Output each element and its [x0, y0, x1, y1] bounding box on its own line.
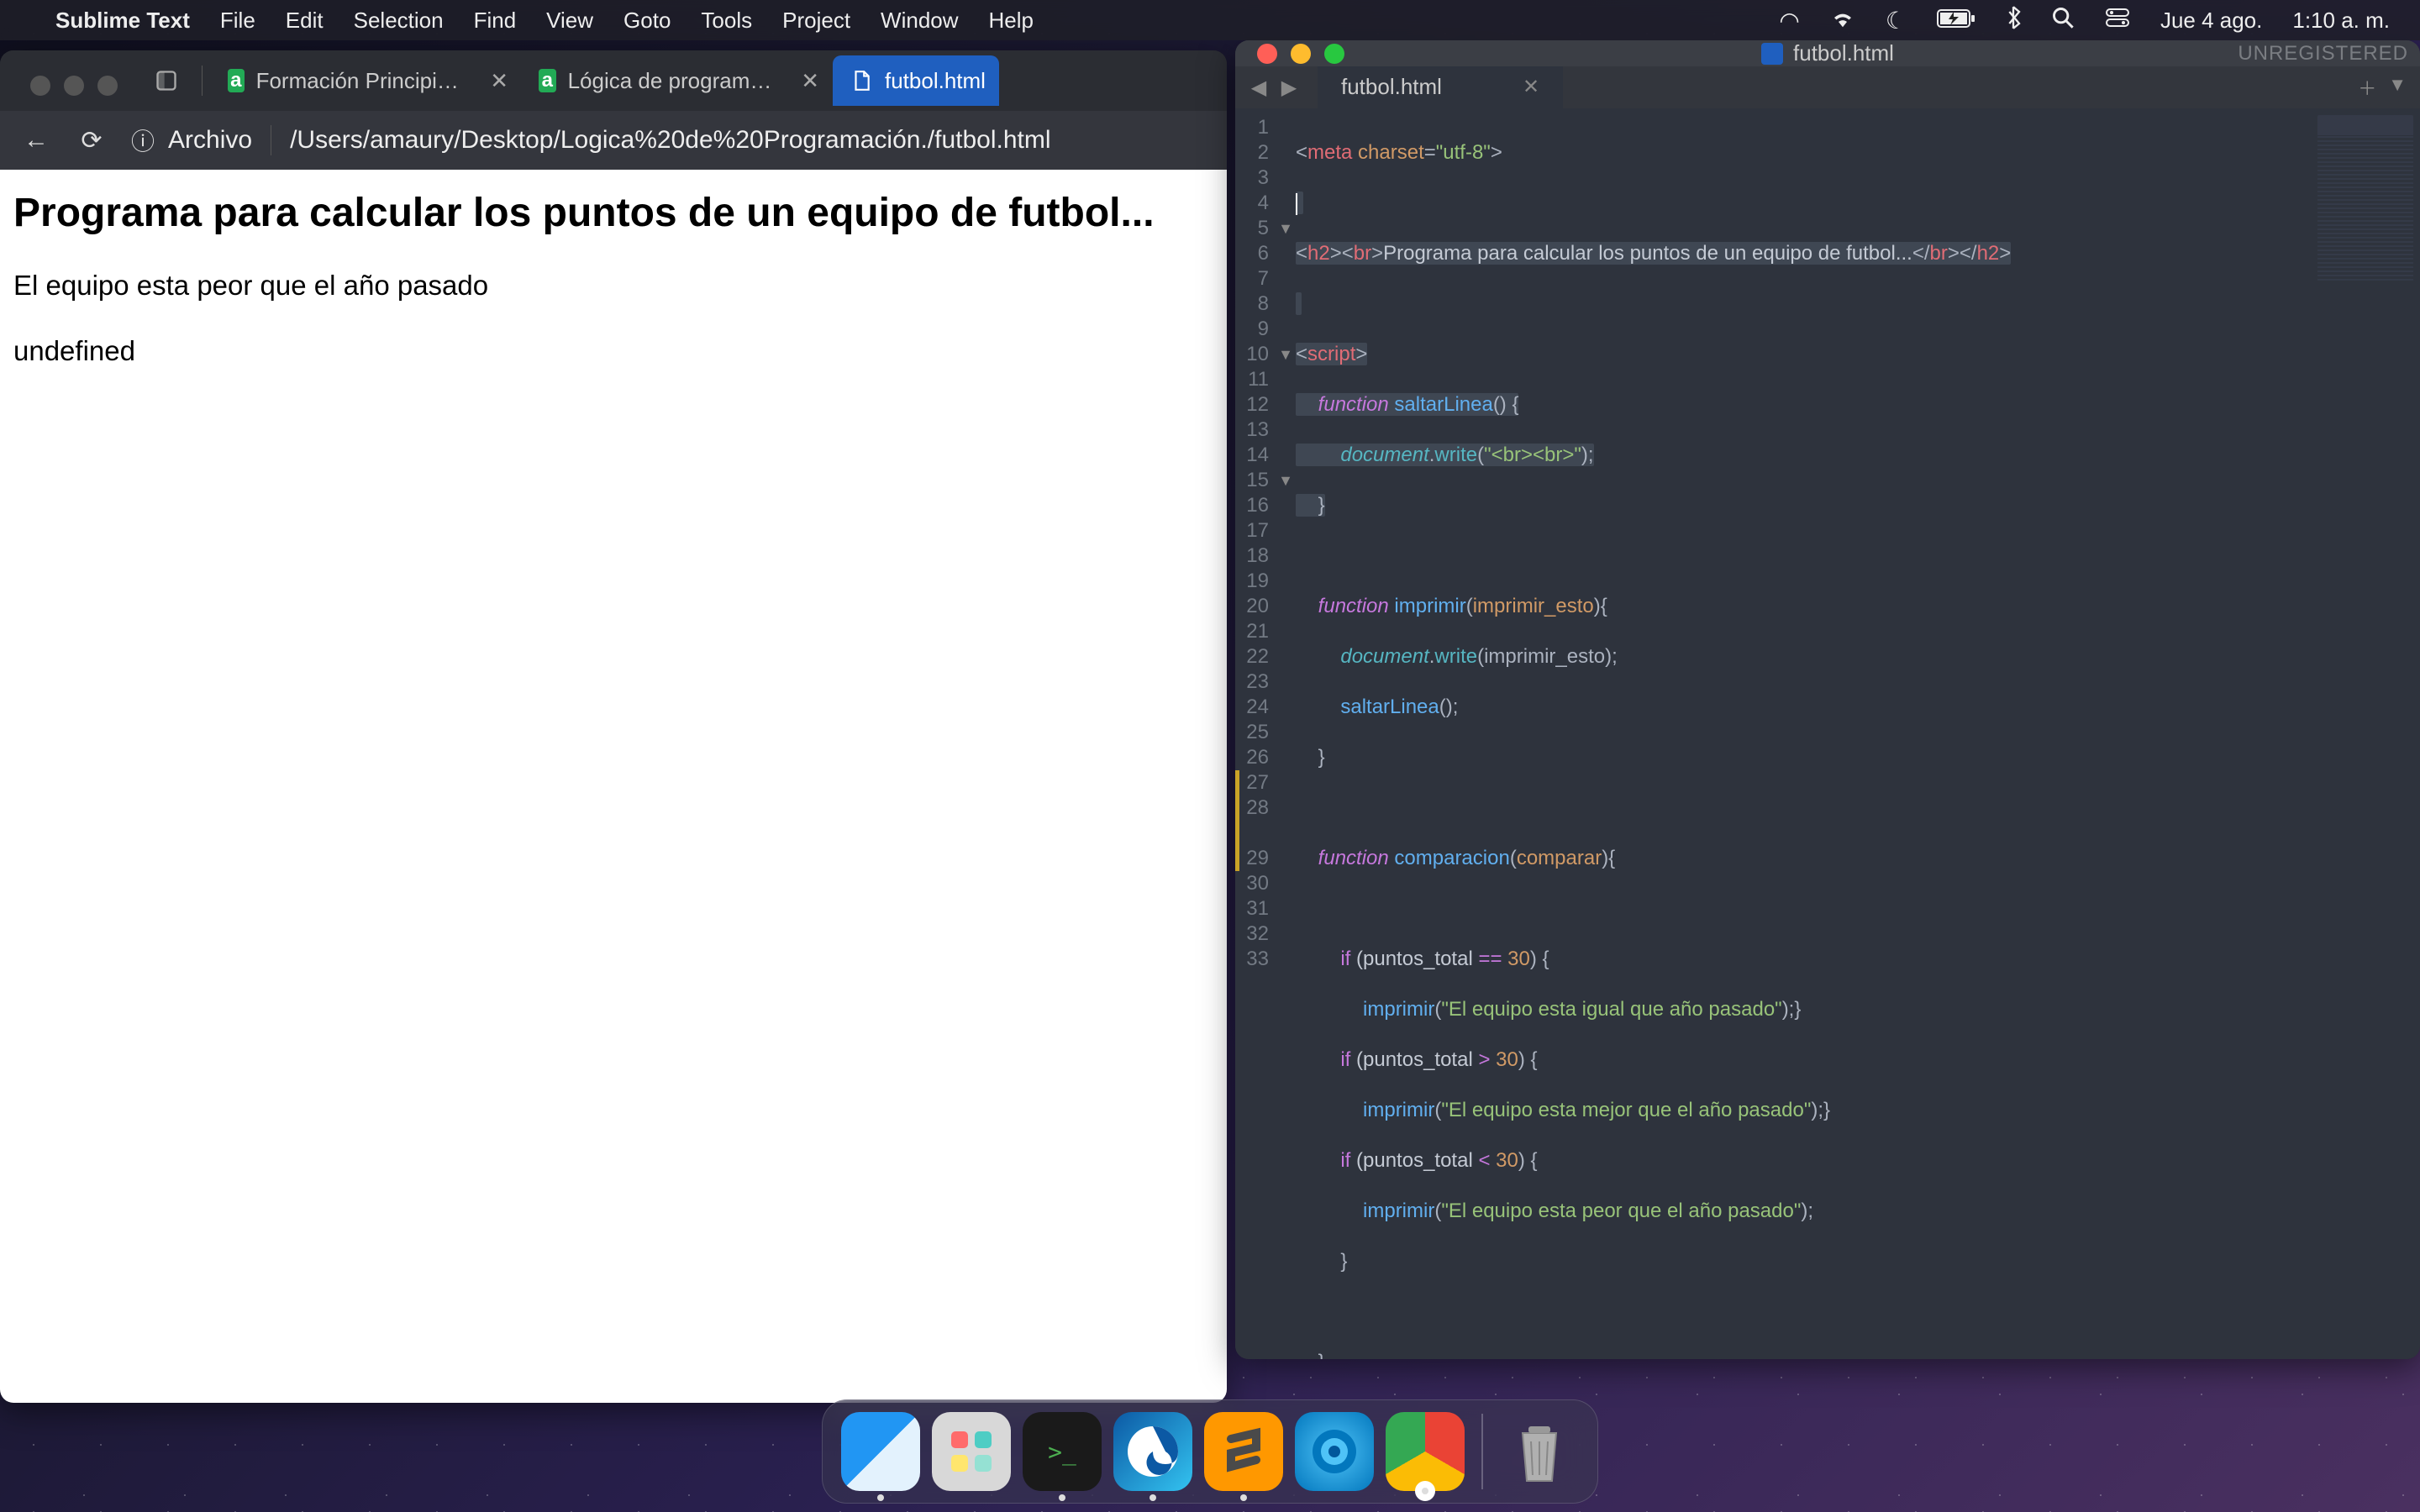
browser-page-content: Programa para calcular los puntos de un … — [0, 170, 1227, 1403]
fold-gutter: ▼ ▼ ▼ — [1276, 108, 1296, 1359]
browser-window: a Formación Principiante en Prog ✕ a Lóg… — [0, 50, 1227, 1403]
page-text: undefined — [13, 335, 1213, 367]
window-maximize-button[interactable] — [97, 76, 118, 96]
code-content[interactable]: <meta charset="utf-8"> <h2><br>Programa … — [1296, 108, 2311, 1359]
sublime-tab-bar: ◀ ▶ futbol.html ✕ ＋ ▼ — [1235, 66, 2420, 108]
browser-traffic-lights — [30, 76, 118, 96]
tab-overview-icon[interactable] — [148, 62, 185, 99]
nav-back-icon[interactable]: ◀ — [1244, 72, 1274, 102]
tab-close-icon[interactable]: ✕ — [1523, 75, 1539, 99]
window-minimize-button[interactable] — [64, 76, 84, 96]
battery-icon[interactable] — [1937, 7, 1975, 34]
menu-selection[interactable]: Selection — [354, 8, 444, 34]
tab-label: Formación Principiante en Prog — [256, 68, 471, 94]
unregistered-label: UNREGISTERED — [2238, 42, 2408, 66]
url-path: /Users/amaury/Desktop/Logica%20de%20Prog… — [290, 126, 1050, 155]
bluetooth-icon[interactable] — [2006, 6, 2021, 35]
control-center-icon[interactable] — [2105, 7, 2130, 34]
page-text: El equipo esta peor que el año pasado — [13, 270, 1213, 302]
menu-file[interactable]: File — [220, 8, 255, 34]
url-field[interactable]: ⓘ Archivo /Users/amaury/Desktop/Logica%2… — [131, 123, 1207, 157]
line-number-gutter: 1234 5678 9101112 13141516 17181920 2122… — [1235, 108, 1276, 1359]
dock-trash-icon[interactable] — [1500, 1412, 1579, 1491]
browser-tab-active[interactable]: futbol.html — [833, 55, 999, 106]
airdrop-icon[interactable]: ◠ — [1779, 7, 1799, 34]
wifi-icon[interactable] — [1830, 7, 1855, 34]
tab-label: futbol.html — [885, 68, 986, 94]
menu-help[interactable]: Help — [989, 8, 1034, 34]
browser-back-button[interactable]: ← — [20, 126, 52, 155]
window-close-button[interactable] — [1257, 44, 1277, 64]
menu-goto[interactable]: Goto — [623, 8, 671, 34]
dock-finder-icon[interactable] — [841, 1412, 920, 1491]
window-close-button[interactable] — [30, 76, 50, 96]
page-heading: Programa para calcular los puntos de un … — [13, 190, 1213, 236]
do-not-disturb-icon[interactable]: ☾ — [1886, 7, 1907, 34]
favicon-file-icon — [850, 69, 873, 92]
tab-label: Lógica de programación parte — [568, 68, 781, 94]
favicon-alura-icon: a — [539, 69, 556, 92]
window-title: futbol.html — [1793, 40, 1894, 66]
editor-tab[interactable]: futbol.html ✕ — [1318, 66, 1563, 108]
dock-terminal-icon[interactable]: >_ — [1023, 1412, 1102, 1491]
browser-address-bar: ← ⟳ ⓘ Archivo /Users/amaury/Desktop/Logi… — [0, 111, 1227, 170]
file-type-icon — [1761, 43, 1783, 65]
nav-forward-icon[interactable]: ▶ — [1274, 72, 1304, 102]
browser-tab[interactable]: a Formación Principiante en Prog ✕ — [211, 55, 522, 106]
macos-dock: >_ — [822, 1399, 1598, 1504]
dock-edge-icon[interactable] — [1113, 1412, 1192, 1491]
browser-tab[interactable]: a Lógica de programación parte ✕ — [522, 55, 833, 106]
menu-project[interactable]: Project — [782, 8, 850, 34]
dock-quicktime-icon[interactable] — [1295, 1412, 1374, 1491]
menu-find[interactable]: Find — [474, 8, 517, 34]
browser-tabstrip: a Formación Principiante en Prog ✕ a Lóg… — [0, 50, 1227, 111]
menu-view[interactable]: View — [546, 8, 593, 34]
browser-reload-button[interactable]: ⟳ — [76, 126, 108, 155]
window-maximize-button[interactable] — [1324, 44, 1344, 64]
menubar-app-name[interactable]: Sublime Text — [55, 8, 190, 34]
menubar-date[interactable]: Jue 4 ago. — [2160, 8, 2262, 34]
editor-tab-label: futbol.html — [1341, 74, 1442, 100]
menu-window[interactable]: Window — [881, 8, 958, 34]
spotlight-search-icon[interactable] — [2051, 6, 2075, 35]
new-tab-icon[interactable]: ＋ — [2358, 74, 2376, 101]
tab-dropdown-icon[interactable]: ▼ — [2388, 74, 2407, 101]
url-scheme: Archivo — [168, 126, 252, 155]
tab-close-icon[interactable]: ✕ — [490, 68, 508, 94]
menubar-time[interactable]: 1:10 a. m. — [2292, 8, 2390, 34]
favicon-alura-icon: a — [228, 69, 245, 92]
dock-launchpad-icon[interactable] — [932, 1412, 1011, 1491]
window-minimize-button[interactable] — [1291, 44, 1311, 64]
dock-sublime-icon[interactable] — [1204, 1412, 1283, 1491]
sublime-text-window: futbol.html UNREGISTERED ◀ ▶ futbol.html… — [1235, 40, 2420, 1359]
menu-edit[interactable]: Edit — [286, 8, 324, 34]
menu-tools[interactable]: Tools — [701, 8, 752, 34]
sublime-titlebar: futbol.html UNREGISTERED — [1235, 40, 2420, 66]
dock-chrome-icon[interactable] — [1386, 1412, 1465, 1491]
macos-menubar: Sublime Text File Edit Selection Find Vi… — [0, 0, 2420, 40]
tab-close-icon[interactable]: ✕ — [801, 68, 819, 94]
site-info-icon[interactable]: ⓘ — [131, 123, 155, 157]
code-editor[interactable]: 1234 5678 9101112 13141516 17181920 2122… — [1235, 108, 2420, 1359]
minimap[interactable] — [2311, 108, 2420, 1359]
